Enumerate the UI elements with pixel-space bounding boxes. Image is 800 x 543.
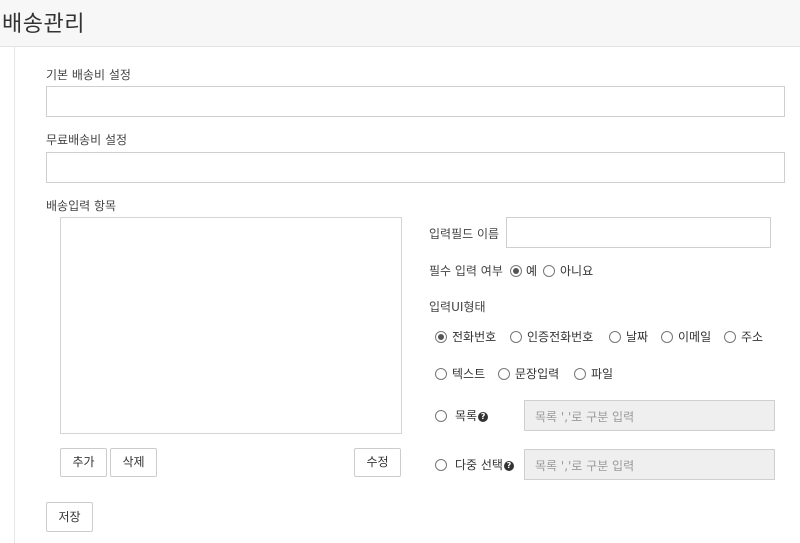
ui-type-list-radio[interactable]	[435, 410, 447, 422]
delete-button[interactable]: 삭제	[110, 448, 157, 477]
edit-button[interactable]: 수정	[354, 448, 401, 477]
ui-type-text-label: 텍스트	[452, 367, 486, 381]
multi-options-placeholder: 목록 ','로 구분 입력	[535, 459, 635, 473]
base-shipping-fee-input[interactable]	[46, 86, 785, 117]
ui-type-verified-phone-radio[interactable]	[510, 331, 522, 343]
ui-type-file-radio[interactable]	[574, 368, 586, 380]
free-shipping-input[interactable]	[46, 152, 785, 183]
page-title: 배송관리	[2, 12, 85, 37]
ui-type-list-label: 목록?	[455, 407, 489, 424]
required-no-label: 아니요	[560, 264, 594, 278]
add-button[interactable]: 추가	[60, 448, 107, 477]
ui-type-email-label: 이메일	[678, 330, 712, 344]
question-circle-icon[interactable]: ?	[478, 412, 489, 422]
page-header: 배송관리	[0, 0, 800, 47]
field-name-label: 입력필드 이름	[429, 227, 500, 241]
ui-type-address-label: 주소	[741, 330, 764, 344]
required-no-radio[interactable]	[543, 265, 555, 277]
required-yes-label: 예	[526, 264, 538, 278]
required-yes-radio[interactable]	[510, 265, 522, 277]
ui-type-list-text: 목록	[455, 409, 478, 423]
list-options-input[interactable]: 목록 ','로 구분 입력	[524, 400, 775, 431]
ui-type-address-radio[interactable]	[724, 331, 736, 343]
input-items-label: 배송입력 항목	[46, 199, 117, 213]
multi-options-input[interactable]: 목록 ','로 구분 입력	[524, 449, 775, 480]
ui-type-sentence-label: 문장입력	[515, 367, 560, 381]
save-button[interactable]: 저장	[46, 502, 93, 532]
ui-type-multi-radio[interactable]	[435, 459, 447, 471]
ui-type-sentence-radio[interactable]	[498, 368, 510, 380]
ui-type-phone-label: 전화번호	[452, 330, 497, 344]
base-shipping-fee-label: 기본 배송비 설정	[46, 68, 131, 82]
ui-type-verified-phone-label: 인증전화번호	[527, 330, 594, 344]
ui-type-phone-radio[interactable]	[435, 331, 447, 343]
question-circle-icon[interactable]: ?	[503, 461, 514, 471]
ui-type-file-label: 파일	[591, 367, 614, 381]
ui-type-multi-text: 다중 선택	[455, 458, 503, 472]
free-shipping-label: 무료배송비 설정	[46, 133, 128, 147]
input-items-listbox[interactable]	[60, 217, 402, 434]
required-label: 필수 입력 여부	[429, 264, 503, 278]
ui-type-label: 입력UI형태	[429, 300, 486, 314]
ui-type-date-label: 날짜	[626, 330, 649, 344]
ui-type-multi-label: 다중 선택?	[455, 456, 514, 473]
ui-type-email-radio[interactable]	[661, 331, 673, 343]
ui-type-date-radio[interactable]	[609, 331, 621, 343]
ui-type-text-radio[interactable]	[435, 368, 447, 380]
field-name-input[interactable]	[506, 217, 771, 248]
list-options-placeholder: 목록 ','로 구분 입력	[535, 410, 635, 424]
